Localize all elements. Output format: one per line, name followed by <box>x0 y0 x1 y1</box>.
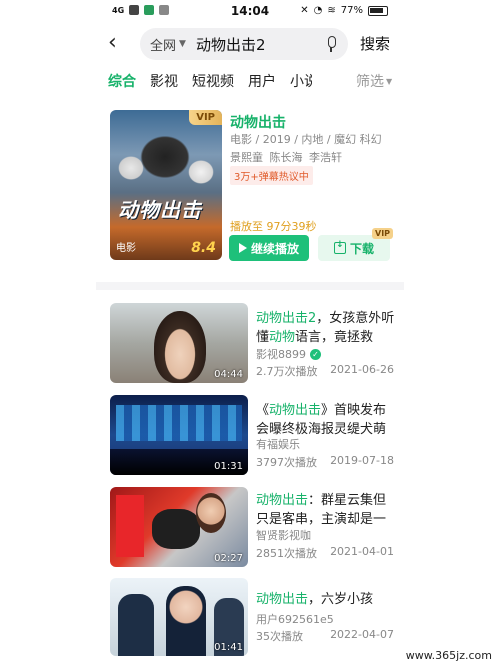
play-count: 2851次播放 <box>256 547 317 560</box>
video-thumbnail[interactable]: 02:27 <box>110 487 248 567</box>
play-label: 继续播放 <box>250 241 299 256</box>
title-highlight: 动物 <box>269 330 296 345</box>
tab-all[interactable]: 综合 <box>108 71 136 91</box>
filter-label: 筛选 <box>356 74 384 90</box>
title-highlight: 动物出击2 <box>256 311 317 326</box>
danmu-tag: 3万+弹幕热议中 <box>230 166 313 185</box>
video-duration: 02:27 <box>214 553 243 564</box>
title-text: 《 <box>256 403 270 418</box>
watch-progress: 播放至 97分39秒 <box>230 220 317 233</box>
tab-films[interactable]: 影视 <box>150 71 178 91</box>
video-stats: 3797次播放 2019-07-18 <box>256 454 394 470</box>
movie-meta: 电影 / 2019 / 内地 / 魔幻 科幻 <box>230 133 382 146</box>
video-duration: 04:44 <box>214 369 243 380</box>
alarm-icon: ◔ <box>313 5 323 16</box>
search-query[interactable]: 动物出击2 <box>196 34 324 55</box>
tab-short-videos[interactable]: 短视频 <box>192 71 234 91</box>
scope-dropdown[interactable]: 全网 ▼ <box>150 35 186 54</box>
back-icon[interactable]: ‹ <box>108 32 130 56</box>
thumbnail-stage <box>116 405 242 441</box>
video-uploader[interactable]: 智贤影视咖 <box>256 527 311 543</box>
thumbnail-person <box>196 493 226 533</box>
search-button[interactable]: 搜索 <box>360 33 390 54</box>
verified-icon: ✓ <box>310 348 321 360</box>
poster-dog <box>136 132 194 182</box>
video-thumbnail[interactable]: 01:41 <box>110 578 248 656</box>
site-watermark: www.365jz.com <box>405 649 492 662</box>
filter-button[interactable]: 筛选 ▼ <box>352 70 393 92</box>
video-duration: 01:41 <box>214 642 243 653</box>
thumbnail-person <box>166 586 206 656</box>
tab-users[interactable]: 用户 <box>248 71 276 91</box>
clock: 14:04 <box>230 4 270 18</box>
video-stats: 35次播放 2022-04-07 <box>256 628 394 644</box>
publish-date: 2019-07-18 <box>330 454 394 467</box>
play-count: 35次播放 <box>256 630 303 643</box>
type-label: 电影 <box>116 243 136 254</box>
chevron-down-icon: ▼ <box>386 76 393 86</box>
play-count: 2.7万次播放 <box>256 365 318 378</box>
video-title[interactable]: 动物出击：群星云集但只是客串，主演却是一 <box>256 491 396 529</box>
status-right: ✕ ◔ ≋ 77% <box>300 5 388 16</box>
play-icon <box>238 243 247 253</box>
video-stats: 2851次播放 2021-04-01 <box>256 545 394 561</box>
thumbnail-banner <box>116 495 144 557</box>
battery-icon <box>368 5 388 16</box>
uploader-name: 有福娱乐 <box>256 438 300 451</box>
search-input[interactable]: 全网 ▼ 动物出击2 <box>140 28 348 60</box>
chevron-down-icon: ▼ <box>179 39 186 49</box>
video-duration: 01:31 <box>214 461 243 472</box>
publish-date: 2021-04-01 <box>330 545 394 558</box>
thumbnail-person <box>154 311 206 383</box>
thumbnail-dog <box>152 509 200 549</box>
play-count: 3797次播放 <box>256 456 317 469</box>
vip-badge: VIP <box>189 110 222 125</box>
title-text: ，六岁小孩 <box>308 592 374 607</box>
wifi-icon: ≋ <box>327 5 336 16</box>
video-stats: 2.7万次播放 2021-06-26 <box>256 363 394 379</box>
publish-date: 2022-04-07 <box>330 628 394 641</box>
uploader-name: 用户692561e5 <box>256 613 334 626</box>
score: 8.4 <box>191 240 216 256</box>
mute-icon: ✕ <box>300 5 309 16</box>
thumbnail-person <box>118 594 154 656</box>
video-title[interactable]: 《动物出击》首映发布会曝终极海报灵缇犬萌 <box>256 401 396 439</box>
video-title[interactable]: 动物出击，六岁小孩 <box>256 590 396 609</box>
title-highlight: 动物出击 <box>256 493 309 508</box>
uploader-name: 影视8899 <box>256 348 306 361</box>
battery-percent: 77% <box>340 5 363 16</box>
video-title[interactable]: 动物出击2，女孩意外听懂动物语言，竟拯救 <box>256 309 396 347</box>
title-highlight: 动物出击 <box>269 403 322 418</box>
publish-date: 2021-06-26 <box>330 363 394 376</box>
download-label: 下载 <box>349 241 374 256</box>
uploader-name: 智贤影视咖 <box>256 529 311 542</box>
continue-play-button[interactable]: 继续播放 <box>229 235 309 261</box>
movie-title[interactable]: 动物出击 <box>230 112 286 132</box>
status-bar: 4G 14:04 ✕ ◔ ≋ 77% <box>0 0 500 24</box>
video-uploader[interactable]: 有福娱乐 <box>256 436 300 452</box>
title-text: 语言，竟拯救 <box>295 330 374 345</box>
title-highlight: 动物出击 <box>256 592 309 607</box>
video-uploader[interactable]: 影视8899 ✓ <box>256 346 321 362</box>
download-icon <box>333 240 346 254</box>
video-thumbnail[interactable]: 04:44 <box>110 303 248 383</box>
scope-label: 全网 <box>150 38 177 54</box>
microphone-icon[interactable] <box>324 35 338 53</box>
poster-title: 动物出击 <box>118 198 202 222</box>
video-thumbnail[interactable]: 01:31 <box>110 395 248 475</box>
tab-novels[interactable]: 小说 <box>290 71 312 91</box>
movie-cast: 景熙童 陈长海 李浩轩 <box>230 151 342 164</box>
section-divider <box>96 282 404 290</box>
video-uploader[interactable]: 用户692561e5 <box>256 611 334 627</box>
download-vip-badge: VIP <box>372 228 394 239</box>
movie-poster[interactable]: VIP 动物出击 电影 8.4 <box>110 110 222 260</box>
